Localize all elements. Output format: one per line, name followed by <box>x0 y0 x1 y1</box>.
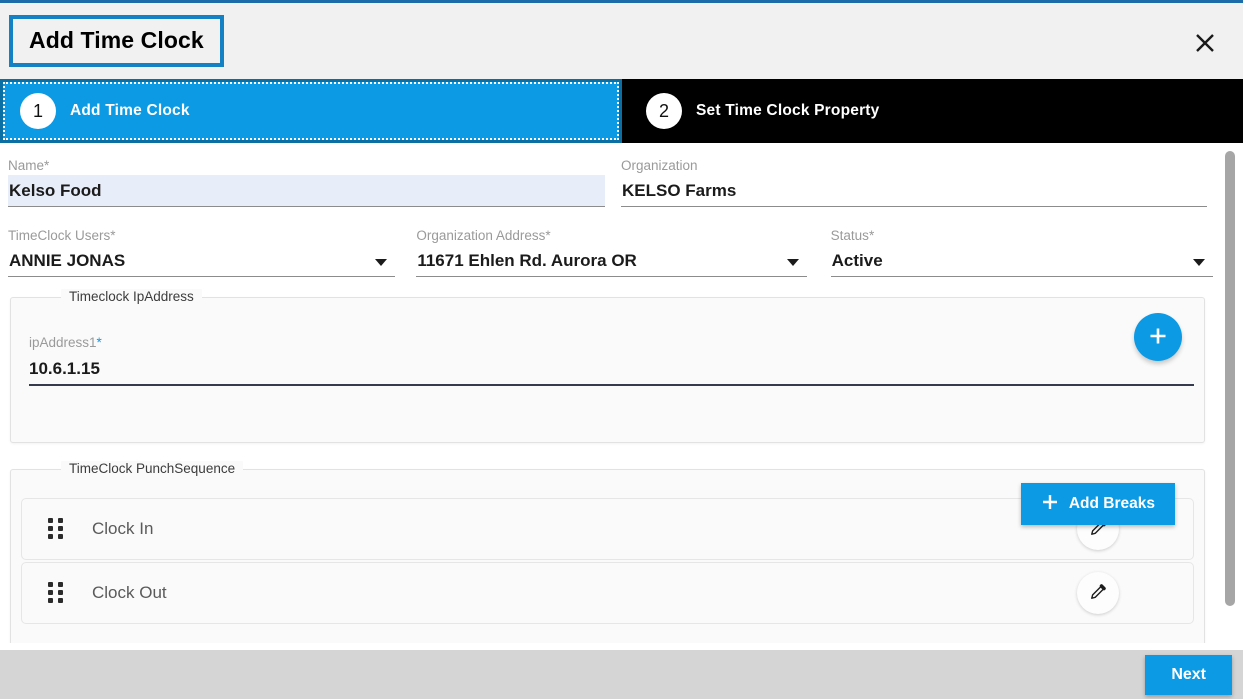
status-label: Status* <box>831 227 1213 245</box>
close-button[interactable] <box>1191 29 1219 57</box>
status-required-mark: * <box>868 228 875 243</box>
organization-address-required-mark: * <box>545 228 551 243</box>
timeclock-ipaddress-legend: Timeclock IpAddress <box>61 289 202 304</box>
ipaddress1-label-text: ipAddress1 <box>29 335 97 350</box>
page-title: Add Time Clock <box>9 15 224 67</box>
timeclock-users-label-text: TimeClock Users <box>8 228 111 243</box>
step-1-number: 1 <box>20 93 56 129</box>
dialog-title-text: Add Time Clock <box>29 26 204 53</box>
form-row-2: TimeClock Users* ANNIE JONAS Organizatio… <box>0 207 1213 277</box>
status-field[interactable]: Status* Active <box>830 221 1213 277</box>
scrollbar-thumb[interactable] <box>1225 151 1235 606</box>
organization-address-label-text: Organization Address <box>416 228 546 243</box>
timeclock-users-required-mark: * <box>110 228 116 243</box>
ipaddress1-label: ipAddress1* <box>29 334 1194 352</box>
plus-icon <box>1041 493 1059 516</box>
chevron-down-icon[interactable] <box>786 259 799 266</box>
punch-sequence-label: Clock In <box>92 519 154 538</box>
next-button[interactable]: Next <box>1145 655 1232 695</box>
organization-label-text: Organization <box>621 158 698 173</box>
organization-field[interactable]: Organization KELSO Farms <box>621 151 1207 207</box>
step-1-label: Add Time Clock <box>70 102 190 119</box>
add-time-clock-dialog: Add Time Clock 1 Add Time Clock 2 Set Ti… <box>0 0 1243 699</box>
step-2-set-time-clock-property[interactable]: 2 Set Time Clock Property <box>622 79 1243 143</box>
name-label-text: Name <box>8 158 45 173</box>
step-2-label: Set Time Clock Property <box>696 102 880 119</box>
organization-input[interactable]: KELSO Farms <box>621 175 1207 207</box>
chevron-down-icon[interactable] <box>375 259 388 266</box>
organization-address-label: Organization Address* <box>416 227 806 245</box>
add-breaks-button[interactable]: Add Breaks <box>1020 483 1175 525</box>
drag-handle-icon[interactable] <box>48 518 66 540</box>
timeclock-ipaddress-group: Timeclock IpAddress ipAddress1* 10.6.1.1… <box>10 289 1205 443</box>
status-label-text: Status <box>830 228 869 243</box>
step-2-number: 2 <box>646 93 682 129</box>
chevron-down-icon[interactable] <box>1193 259 1205 266</box>
form-row-1: Name* Kelso Food Organization KELSO Farm… <box>0 143 1213 207</box>
ipaddress1-required-mark: * <box>96 335 102 350</box>
dialog-body: Name* Kelso Food Organization KELSO Farm… <box>0 143 1243 643</box>
wizard-stepper: 1 Add Time Clock 2 Set Time Clock Proper… <box>0 79 1243 143</box>
add-ipaddress-button[interactable] <box>1134 313 1182 361</box>
timeclock-users-label: TimeClock Users* <box>8 227 395 245</box>
step-1-add-time-clock[interactable]: 1 Add Time Clock <box>0 79 622 143</box>
drag-handle-icon[interactable] <box>48 582 66 604</box>
ipaddress1-input[interactable]: 10.6.1.15 <box>29 352 1194 386</box>
timeclock-punchsequence-group: TimeClock PunchSequence Add Breaks Clock… <box>10 461 1205 643</box>
organization-address-select[interactable]: 11671 Ehlen Rd. Aurora OR <box>416 245 807 277</box>
name-label: Name* <box>8 157 605 175</box>
organization-address-field[interactable]: Organization Address* 11671 Ehlen Rd. Au… <box>416 221 807 277</box>
close-icon <box>1194 32 1216 54</box>
edit-punch-button[interactable] <box>1077 572 1119 614</box>
pencil-icon <box>1088 582 1108 605</box>
timeclock-users-select[interactable]: ANNIE JONAS <box>8 245 396 277</box>
timeclock-punchsequence-legend: TimeClock PunchSequence <box>61 461 244 476</box>
add-breaks-label: Add Breaks <box>1068 495 1155 512</box>
name-field[interactable]: Name* Kelso Food <box>8 151 605 207</box>
plus-icon <box>1147 325 1169 350</box>
punch-sequence-label: Clock Out <box>92 583 167 602</box>
status-select[interactable]: Active <box>830 245 1213 277</box>
organization-label: Organization <box>621 157 1207 175</box>
punch-sequence-row[interactable]: Clock Out <box>21 562 1194 624</box>
vertical-scrollbar[interactable] <box>1223 143 1237 643</box>
name-required-mark: * <box>44 158 50 173</box>
timeclock-users-field[interactable]: TimeClock Users* ANNIE JONAS <box>8 221 396 277</box>
dialog-header: Add Time Clock <box>0 3 1243 79</box>
ipaddress1-field[interactable]: ipAddress1* 10.6.1.15 <box>29 334 1194 386</box>
punch-sequence-row[interactable]: Clock In <box>21 498 1194 560</box>
dialog-footer: Next <box>0 643 1243 699</box>
name-input[interactable]: Kelso Food <box>8 175 605 207</box>
